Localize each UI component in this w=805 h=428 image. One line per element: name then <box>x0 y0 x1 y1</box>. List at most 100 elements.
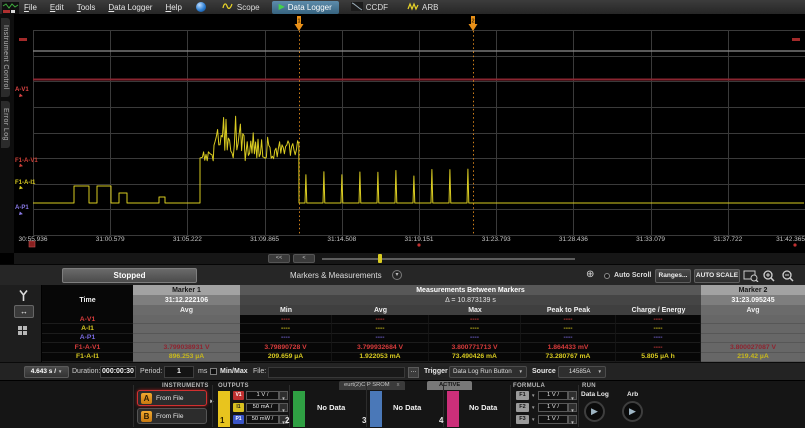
browse-button[interactable]: ... <box>408 367 419 378</box>
ranges-button[interactable]: Ranges... <box>655 269 691 283</box>
tab-scope-label: Scope <box>237 3 260 12</box>
x-axis-tick: 31:19.151 <box>405 236 434 243</box>
formula-tag-f3[interactable]: F3 <box>516 415 529 424</box>
output1-number: 1 <box>220 416 224 425</box>
output3-number: 3 <box>362 416 366 425</box>
measurement-cell: F1-A-I1 <box>42 353 133 362</box>
menu-edit[interactable]: Edit <box>50 3 64 12</box>
measurement-row-f1-a-v1[interactable]: F1-A-V13.799038931 V3.79890728 V3.799932… <box>42 343 805 352</box>
tab-error-log[interactable]: Error Log <box>1 101 10 148</box>
tab-instrument-control[interactable]: Instrument Control <box>1 18 10 97</box>
zoom-out-icon[interactable] <box>781 269 795 283</box>
period-input[interactable]: 1 <box>164 366 194 378</box>
output4-number: 4 <box>439 416 443 425</box>
waveform-chart[interactable]: 12 A-V1► F1-A-V1► F1-A-I1► A-P1► 30:55.936 3… <box>14 14 805 253</box>
tab-arb[interactable]: ARB <box>400 1 445 14</box>
scroll-track[interactable] <box>322 258 575 260</box>
left-sidebar: Instrument Control Error Log <box>0 14 14 253</box>
menu-tools[interactable]: Tools <box>77 3 96 12</box>
layout-grid-icon[interactable] <box>14 324 32 342</box>
formula-tag-f2[interactable]: F2 <box>516 403 529 412</box>
measurement-row-a-i1[interactable]: A-I1-------------------- <box>42 324 805 333</box>
plot-canvas: 12 <box>14 14 805 253</box>
menu-file[interactable]: File <box>24 3 37 12</box>
trigger-dropdown[interactable]: Data Log Run Button▼ <box>449 366 527 378</box>
measurement-cell <box>133 334 240 343</box>
marker-span-icon[interactable]: ↔ <box>14 305 34 318</box>
dropdown-caret-icon[interactable]: ▼ <box>279 403 288 412</box>
file-input[interactable] <box>268 367 405 378</box>
formula-range-f2[interactable]: 1 V / <box>538 403 568 412</box>
measurement-cell: A-P1 <box>42 334 133 343</box>
output1-range-v1[interactable]: 1 V / <box>246 391 279 400</box>
dropdown-caret-icon[interactable]: ▼ <box>531 393 535 398</box>
channel-arrow-icon: ► <box>17 211 29 219</box>
channel-label-f1-a-v1[interactable]: F1-A-V1► <box>15 158 38 171</box>
instrument-b-icon: B <box>141 411 152 422</box>
trigger-label: Trigger <box>424 368 448 375</box>
formula-range-f3[interactable]: 1 V / <box>538 415 568 424</box>
channel-label-a-p1[interactable]: A-P1► <box>15 205 29 218</box>
x-axis-tick: 30:55.936 <box>19 236 48 243</box>
col-charge-energy: Charge / Energy <box>616 305 701 315</box>
source-dropdown[interactable]: 14585A▼ <box>558 366 606 378</box>
timebase-dropdown[interactable]: 4.643 s / ▼ <box>24 366 69 378</box>
output1-range-i1[interactable]: 50 mA / <box>246 403 279 412</box>
status-stopped-button[interactable]: Stopped <box>62 268 197 283</box>
datalog-play-button[interactable]: ▶ <box>584 401 605 422</box>
instrument-b-button[interactable]: B From File <box>137 408 207 424</box>
measurement-row-f1-a-i1[interactable]: F1-A-I1896.253 µA209.659 µA1.922053 mA73… <box>42 353 805 362</box>
dropdown-caret-icon[interactable]: ▼ <box>568 403 577 412</box>
auto-scroll-radio[interactable] <box>604 273 610 279</box>
play-icon: ▶ <box>279 3 285 11</box>
measurement-cell: ---- <box>240 324 332 333</box>
tab-data-logger[interactable]: ▶ Data Logger <box>272 1 339 14</box>
close-tab-icon[interactable]: x <box>397 382 400 388</box>
zoom-region-icon[interactable] <box>743 269 759 283</box>
channel-label-f1-a-i1[interactable]: F1-A-I1► <box>15 180 35 193</box>
dropdown-caret-icon[interactable]: ▼ <box>568 391 577 400</box>
active-tab[interactable]: ACTIVE <box>427 381 472 390</box>
menu-help[interactable]: Help <box>165 3 181 12</box>
zoom-in-icon[interactable] <box>762 269 776 283</box>
dropdown-caret-icon[interactable]: ▼ <box>568 415 577 424</box>
divider <box>578 385 579 427</box>
measurement-row-a-v1[interactable]: A-V1-------------------- <box>42 315 805 324</box>
measurement-cell: ---- <box>240 334 332 343</box>
scroll-left-button[interactable]: < <box>293 254 315 263</box>
arb-wave-icon <box>407 2 419 13</box>
tab-scope[interactable]: Scope <box>215 1 267 14</box>
channel-label-a-v1[interactable]: A-V1► <box>15 87 29 100</box>
dropdown-caret-icon[interactable]: ▼ <box>279 391 288 400</box>
instrument-a-button[interactable]: A From File <box>137 390 207 406</box>
minmax-checkbox[interactable] <box>210 368 217 375</box>
arb-play-button[interactable]: ▶ <box>622 401 643 422</box>
menu-data-logger[interactable]: Data Logger <box>108 3 152 12</box>
measurement-cell: 209.659 µA <box>240 353 332 362</box>
app-logo-icon <box>2 1 19 13</box>
marker1-header[interactable]: Marker 1 <box>133 285 240 295</box>
measurement-cell: ---- <box>616 343 701 352</box>
pan-crosshair-icon[interactable]: ⊕ <box>586 269 594 281</box>
tab-ccdf[interactable]: CCDF <box>344 1 395 14</box>
formula-range-f1[interactable]: 1 V / <box>538 391 568 400</box>
scroll-fast-left-button[interactable]: << <box>268 254 290 263</box>
chevron-down-icon[interactable]: ▾ <box>392 270 402 280</box>
table-tools-strip: ↔ <box>0 285 42 362</box>
formula-tag-f1[interactable]: F1 <box>516 391 529 400</box>
period-unit: ms <box>198 368 207 375</box>
measurement-cell: 3.799038931 V <box>133 343 240 352</box>
measurement-row-a-p1[interactable]: A-P1-------------------- <box>42 334 805 343</box>
dropdown-caret-icon[interactable]: ▼ <box>531 417 535 422</box>
datalog-run-label: Data Log <box>581 391 609 398</box>
marker2-header[interactable]: Marker 2 <box>701 285 805 295</box>
data-file-tab[interactable]: eurt(2)C P SROMx <box>339 381 405 390</box>
scroll-thumb[interactable] <box>378 254 382 263</box>
measurements-table: Marker 1 Measurements Between Markers Ma… <box>42 285 805 362</box>
dropdown-caret-icon[interactable]: ▼ <box>531 405 535 410</box>
instrument-a-icon: A <box>141 393 152 404</box>
output1-range-p1[interactable]: 50 mW / <box>246 415 279 424</box>
measurement-cell <box>701 324 805 333</box>
auto-scale-button[interactable]: AUTO SCALE <box>694 269 740 283</box>
info-sphere-icon[interactable] <box>196 2 206 12</box>
